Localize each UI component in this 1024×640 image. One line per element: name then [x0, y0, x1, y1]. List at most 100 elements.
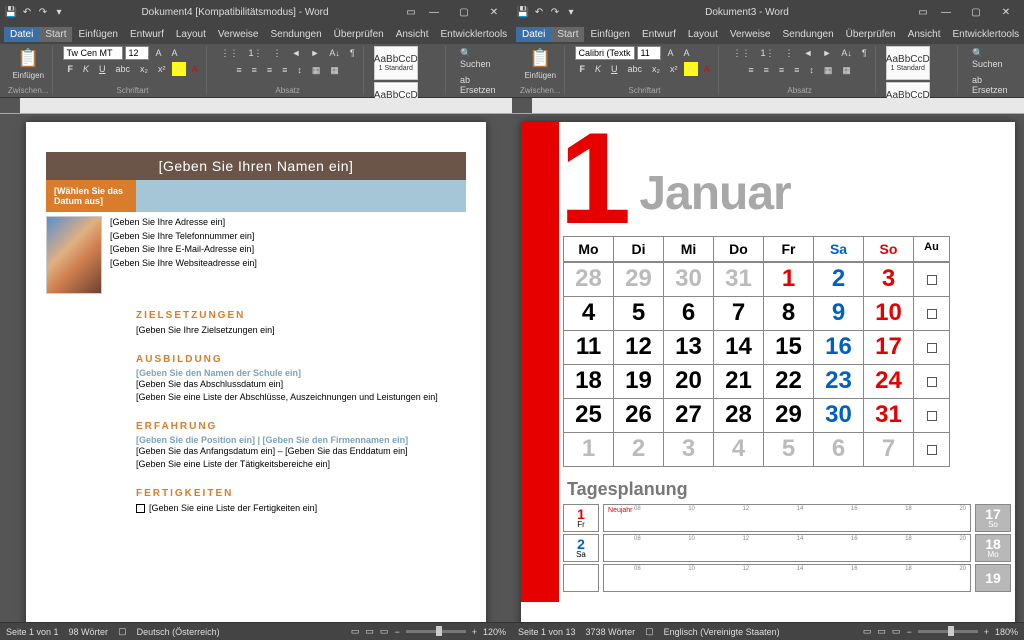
borders-icon[interactable]: ▦ [326, 63, 343, 78]
tab-references[interactable]: Verweise [724, 27, 777, 42]
calendar-day[interactable]: 30 [814, 399, 864, 433]
justify-icon[interactable]: ≡ [278, 63, 291, 78]
page-count[interactable]: Seite 1 von 13 [518, 627, 576, 637]
calendar-day[interactable]: 2 [814, 263, 864, 297]
degrees-list[interactable]: [Geben Sie eine Liste der Abschlüsse, Au… [136, 391, 466, 405]
ruler[interactable] [0, 98, 512, 114]
calendar-day[interactable]: 20 [664, 365, 714, 399]
calendar-day[interactable]: 18 [564, 365, 614, 399]
resume-page[interactable]: [Geben Sie Ihren Namen ein] [Wählen Sie … [26, 122, 486, 622]
calendar-day[interactable]: 26 [614, 399, 664, 433]
view-print-icon[interactable]: ▭ [365, 626, 374, 637]
calendar-day[interactable]: 14 [714, 331, 764, 365]
find-button[interactable]: 🔍 Suchen [456, 46, 504, 71]
redo-icon[interactable]: ↷ [548, 5, 562, 19]
underline-button[interactable]: U [95, 62, 110, 76]
name-title[interactable]: [Geben Sie Ihren Namen ein] [46, 152, 466, 180]
checkbox-icon[interactable] [927, 275, 937, 285]
dayplan-content[interactable]: 08101214161820 [603, 564, 971, 592]
tab-references[interactable]: Verweise [212, 27, 265, 42]
calendar-day[interactable]: 9 [814, 297, 864, 331]
ruler[interactable] [512, 98, 1024, 114]
calendar-day[interactable]: 4 [714, 433, 764, 467]
minimize-button[interactable]: — [932, 2, 960, 22]
style-normal[interactable]: AaBbCcD1 Standard [374, 46, 418, 80]
tab-view[interactable]: Ansicht [902, 27, 947, 42]
calendar-day[interactable]: 6 [664, 297, 714, 331]
calendar-day[interactable]: 10 [864, 297, 914, 331]
borders-icon[interactable]: ▦ [838, 63, 855, 78]
profile-photo[interactable] [46, 216, 102, 294]
calendar-day[interactable]: 28 [714, 399, 764, 433]
calendar-day[interactable]: 1 [764, 263, 814, 297]
grow-font-icon[interactable]: A [151, 46, 165, 60]
calendar-day[interactable]: 15 [764, 331, 814, 365]
calendar-day[interactable]: 8 [764, 297, 814, 331]
close-button[interactable]: ✕ [992, 2, 1020, 22]
close-button[interactable]: ✕ [480, 2, 508, 22]
font-family-select[interactable] [63, 46, 123, 60]
paste-button[interactable]: 📋 [525, 46, 555, 71]
tab-insert[interactable]: Einfügen [72, 27, 123, 42]
tab-file[interactable]: Datei [4, 27, 39, 42]
indent-icon[interactable]: ► [818, 46, 835, 61]
dayplan-content[interactable]: Neujahr08101214161820 [603, 504, 971, 532]
find-button[interactable]: 🔍 Suchen [968, 46, 1016, 71]
duties-list[interactable]: [Geben Sie eine Liste der Tätigkeitsbere… [136, 458, 466, 472]
italic-button[interactable]: K [591, 62, 605, 76]
calendar-day[interactable]: 29 [614, 263, 664, 297]
align-right-icon[interactable]: ≡ [775, 63, 788, 78]
sup-button[interactable]: x² [666, 62, 682, 76]
view-read-icon[interactable]: ▭ [863, 626, 872, 637]
calendar-day[interactable]: 29 [764, 399, 814, 433]
maximize-button[interactable]: ▢ [962, 2, 990, 22]
highlight-button[interactable]: A [172, 62, 186, 76]
language[interactable]: Deutsch (Österreich) [137, 627, 220, 637]
bullets-icon[interactable]: ⋮⋮ [729, 46, 755, 61]
tab-start[interactable]: Start [551, 27, 584, 42]
calendar-day[interactable]: 1 [564, 433, 614, 467]
tab-design[interactable]: Entwurf [124, 27, 170, 42]
tab-start[interactable]: Start [39, 27, 72, 42]
checkbox-icon[interactable] [927, 411, 937, 421]
checkbox-icon[interactable] [927, 309, 937, 319]
style-normal[interactable]: AaBbCcD1 Standard [886, 46, 930, 80]
outdent-icon[interactable]: ◄ [288, 46, 305, 61]
sub-button[interactable]: x₂ [136, 62, 152, 76]
tab-layout[interactable]: Layout [682, 27, 724, 42]
calendar-day[interactable]: 4 [564, 297, 614, 331]
calendar-day[interactable]: 17 [864, 331, 914, 365]
zoom-out-icon[interactable]: − [906, 627, 911, 637]
font-size-select[interactable] [637, 46, 661, 60]
calendar-day[interactable]: 5 [614, 297, 664, 331]
document-area[interactable]: 1 Januar MoDiMiDoFrSaSoAu282930311234567… [512, 114, 1024, 622]
zoom-slider[interactable] [918, 630, 978, 633]
align-center-icon[interactable]: ≡ [760, 63, 773, 78]
sort-icon[interactable]: A↓ [325, 46, 344, 61]
paste-button[interactable]: 📋 [13, 46, 43, 71]
ribbon-opts-icon[interactable]: ▭ [404, 5, 418, 19]
showmarks-icon[interactable]: ¶ [346, 46, 359, 61]
shading-icon[interactable]: ▦ [820, 63, 837, 78]
contact-block[interactable]: [Geben Sie Ihre Adresse ein] [Geben Sie … [110, 216, 257, 294]
tab-mailings[interactable]: Sendungen [264, 27, 327, 42]
multilevel-icon[interactable]: ⋮ [781, 46, 798, 61]
proof-icon[interactable]: ▢ [118, 626, 127, 637]
ribbon-opts-icon[interactable]: ▭ [916, 5, 930, 19]
indent-icon[interactable]: ► [306, 46, 323, 61]
calendar-day[interactable]: 31 [864, 399, 914, 433]
zoom-out-icon[interactable]: − [394, 627, 399, 637]
numbering-icon[interactable]: 1⋮ [757, 46, 779, 61]
dayplan-content[interactable]: 08101214161820 [603, 534, 971, 562]
numbering-icon[interactable]: 1⋮ [245, 46, 267, 61]
qat-more-icon[interactable]: ▾ [564, 5, 578, 19]
font-color-button[interactable]: A [700, 62, 714, 76]
calendar-day[interactable]: 7 [714, 297, 764, 331]
document-area[interactable]: [Geben Sie Ihren Namen ein] [Wählen Sie … [0, 114, 512, 622]
justify-icon[interactable]: ≡ [790, 63, 803, 78]
grow-font-icon[interactable]: A [663, 46, 677, 60]
font-family-select[interactable] [575, 46, 635, 60]
calendar-day[interactable]: 28 [564, 263, 614, 297]
word-count[interactable]: 98 Wörter [69, 627, 109, 637]
replace-button[interactable]: ab Ersetzen [968, 73, 1016, 97]
